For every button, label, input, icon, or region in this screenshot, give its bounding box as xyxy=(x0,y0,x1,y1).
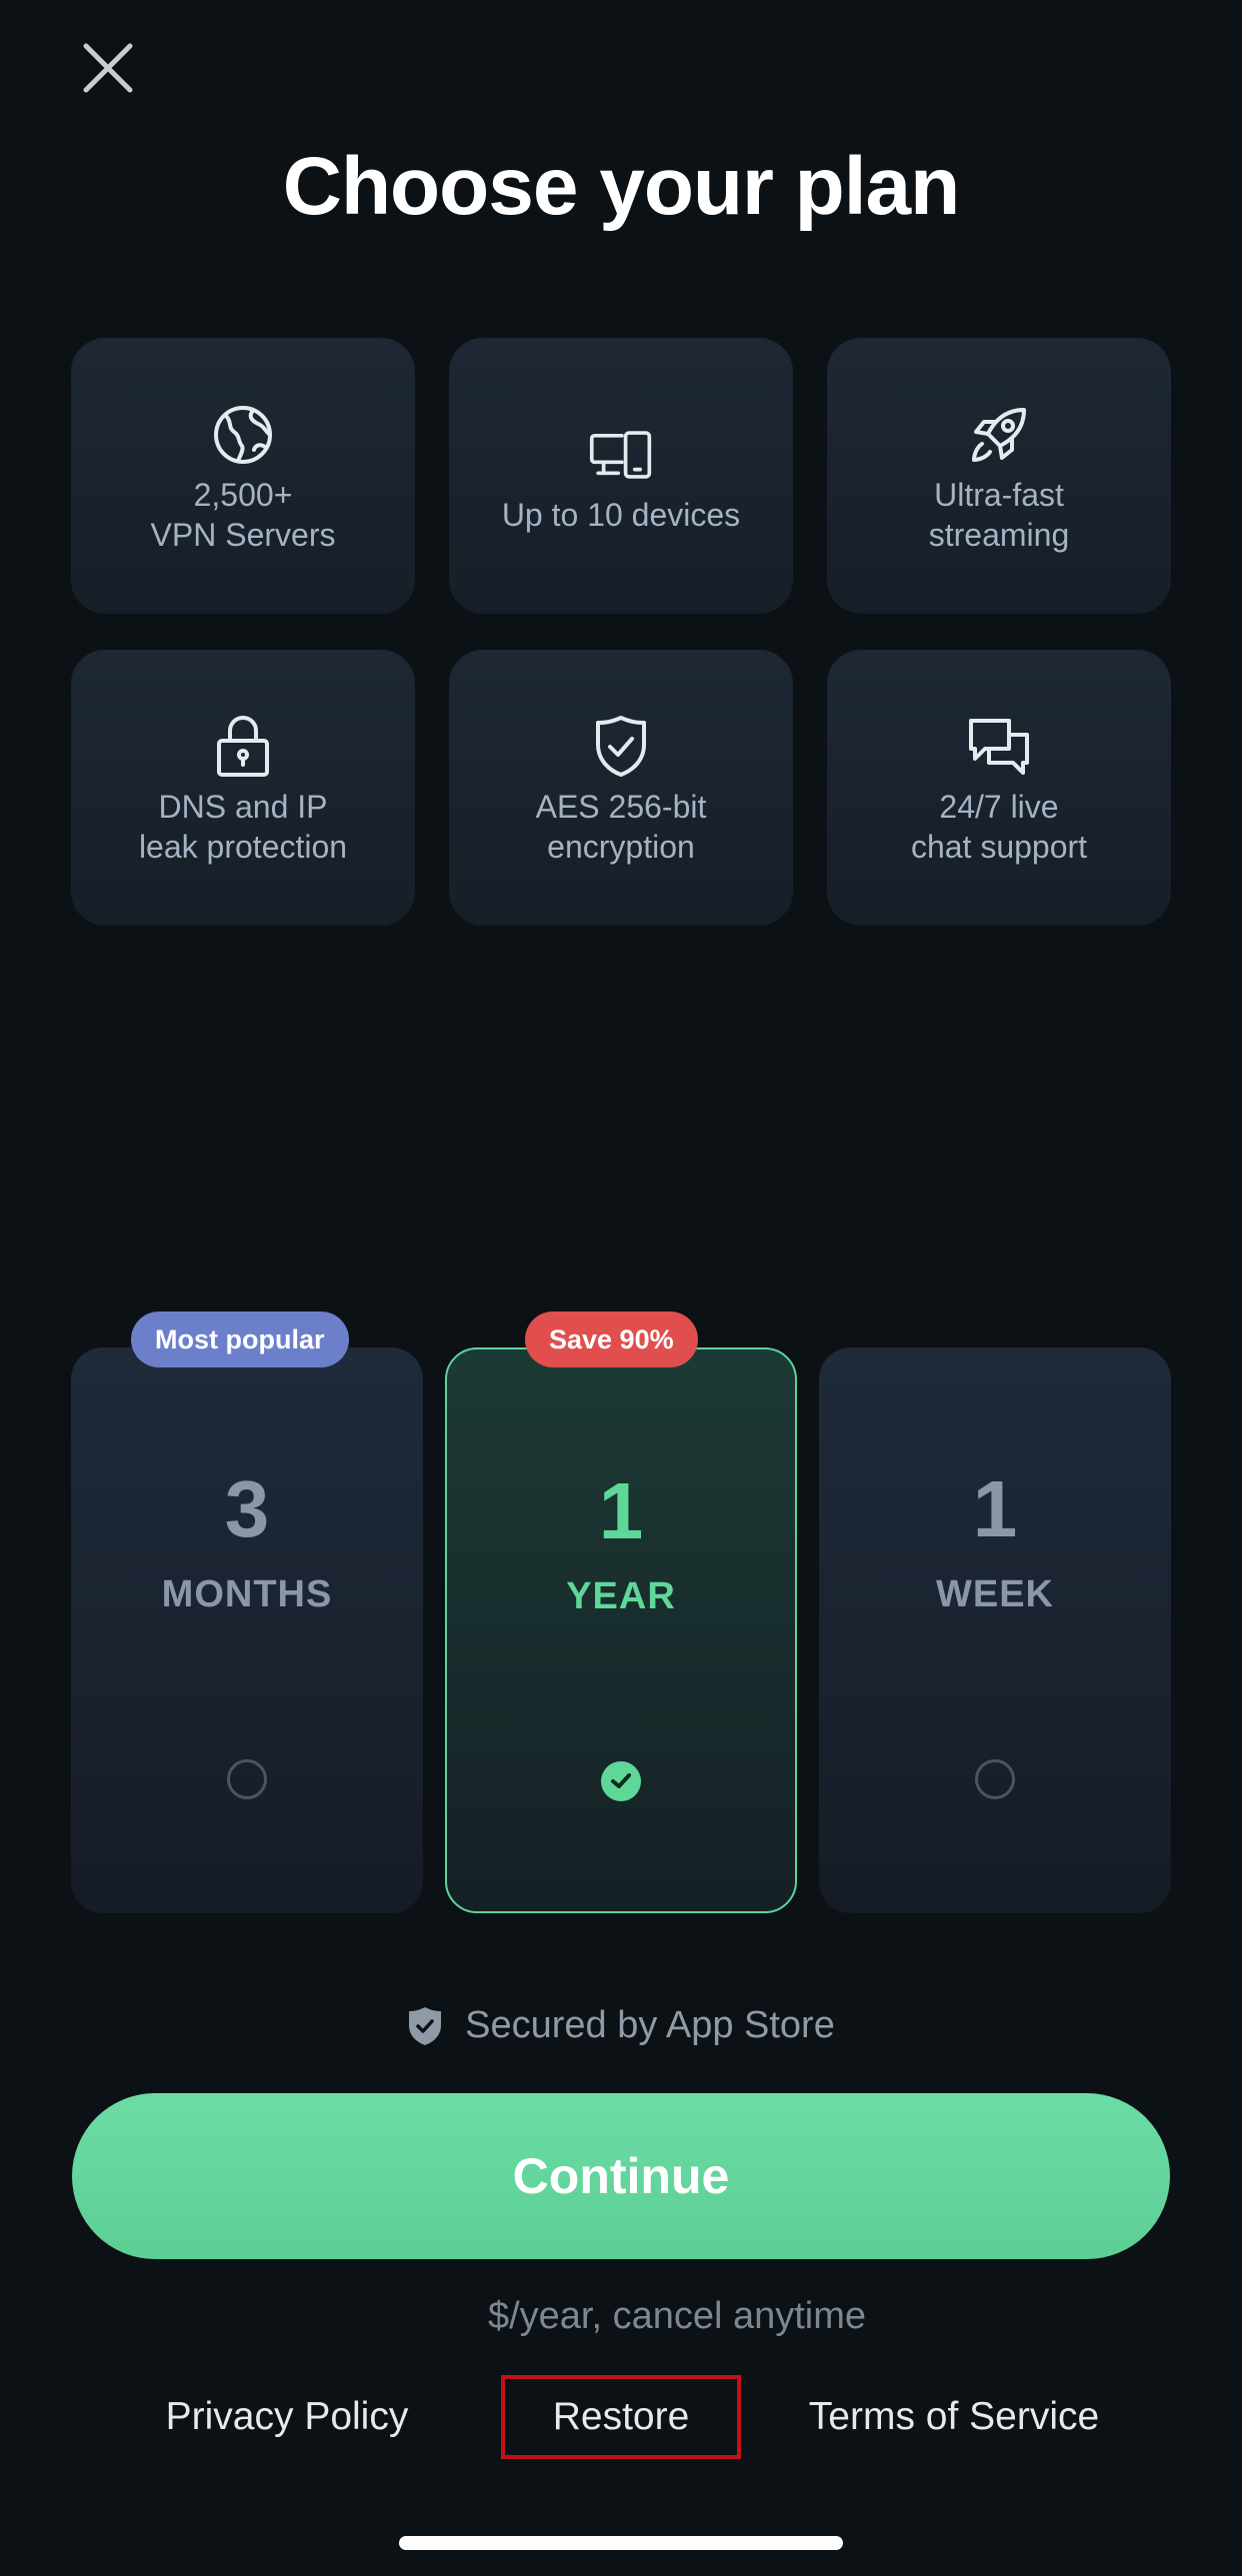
feature-label: 2,500+ VPN Servers xyxy=(150,477,336,553)
paywall-screen: Choose your plan 2,500+ VPN Servers Up t… xyxy=(0,0,1242,2576)
features-grid: 2,500+ VPN Servers Up to 10 devices Ultr… xyxy=(71,338,1171,926)
feature-card: Ultra-fast streaming xyxy=(827,338,1171,614)
terms-of-service-link[interactable]: Terms of Service xyxy=(790,2375,1118,2459)
plan-radio[interactable] xyxy=(975,1759,1015,1799)
footer-links: Privacy Policy Restore Terms of Service xyxy=(0,2375,1242,2459)
plan-unit: MONTHS xyxy=(161,1573,333,1615)
plan-radio[interactable] xyxy=(227,1759,267,1799)
secured-text: Secured by App Store xyxy=(465,2004,835,2046)
plan-unit: YEAR xyxy=(566,1575,676,1617)
rocket-icon xyxy=(967,403,1031,467)
close-button[interactable] xyxy=(70,30,146,106)
save-badge: Save 90% xyxy=(525,1311,698,1367)
feature-card: Up to 10 devices xyxy=(449,338,793,614)
plan-card-1-week[interactable]: 1 WEEK xyxy=(819,1347,1171,1913)
secured-notice: Secured by App Store xyxy=(0,2004,1242,2047)
plan-number: 1 xyxy=(598,1466,644,1555)
plan-selector: 3 MONTHS 1 YEAR 1 WEEK Most popular Save… xyxy=(71,1311,1171,1913)
feature-label: AES 256-bit encryption xyxy=(535,789,707,865)
restore-button[interactable]: Restore xyxy=(501,2375,741,2459)
plan-number: 3 xyxy=(224,1464,270,1553)
price-note: $/year, cancel anytime xyxy=(487,2295,867,2337)
lock-icon xyxy=(211,715,275,779)
feature-card: 24/7 live chat support xyxy=(827,650,1171,926)
plan-unit: WEEK xyxy=(936,1573,1054,1615)
plan-radio-checked[interactable] xyxy=(601,1761,641,1801)
close-icon xyxy=(83,43,133,93)
feature-label: 24/7 live chat support xyxy=(910,789,1088,865)
shield-icon xyxy=(409,2006,442,2045)
plan-card-3-months[interactable]: 3 MONTHS xyxy=(71,1347,423,1913)
page-title: Choose your plan xyxy=(282,141,961,232)
feature-label: Ultra-fast streaming xyxy=(928,477,1070,553)
plan-card-1-year[interactable]: 1 YEAR xyxy=(445,1347,797,1913)
home-indicator xyxy=(399,2536,843,2550)
feature-card: DNS and IP leak protection xyxy=(71,650,415,926)
privacy-policy-link[interactable]: Privacy Policy xyxy=(150,2375,424,2459)
shield-check-icon xyxy=(589,715,653,779)
plan-number: 1 xyxy=(972,1464,1018,1553)
feature-card: 2,500+ VPN Servers xyxy=(71,338,415,614)
globe-icon xyxy=(211,403,275,467)
devices-icon xyxy=(589,423,653,487)
chat-bubbles-icon xyxy=(967,715,1031,779)
feature-label: Up to 10 devices xyxy=(501,497,741,533)
most-popular-badge: Most popular xyxy=(131,1311,349,1367)
feature-label: DNS and IP leak protection xyxy=(138,789,348,865)
checkmark-icon xyxy=(611,1773,631,1788)
continue-button[interactable]: Continue xyxy=(72,2093,1170,2259)
feature-card: AES 256-bit encryption xyxy=(449,650,793,926)
